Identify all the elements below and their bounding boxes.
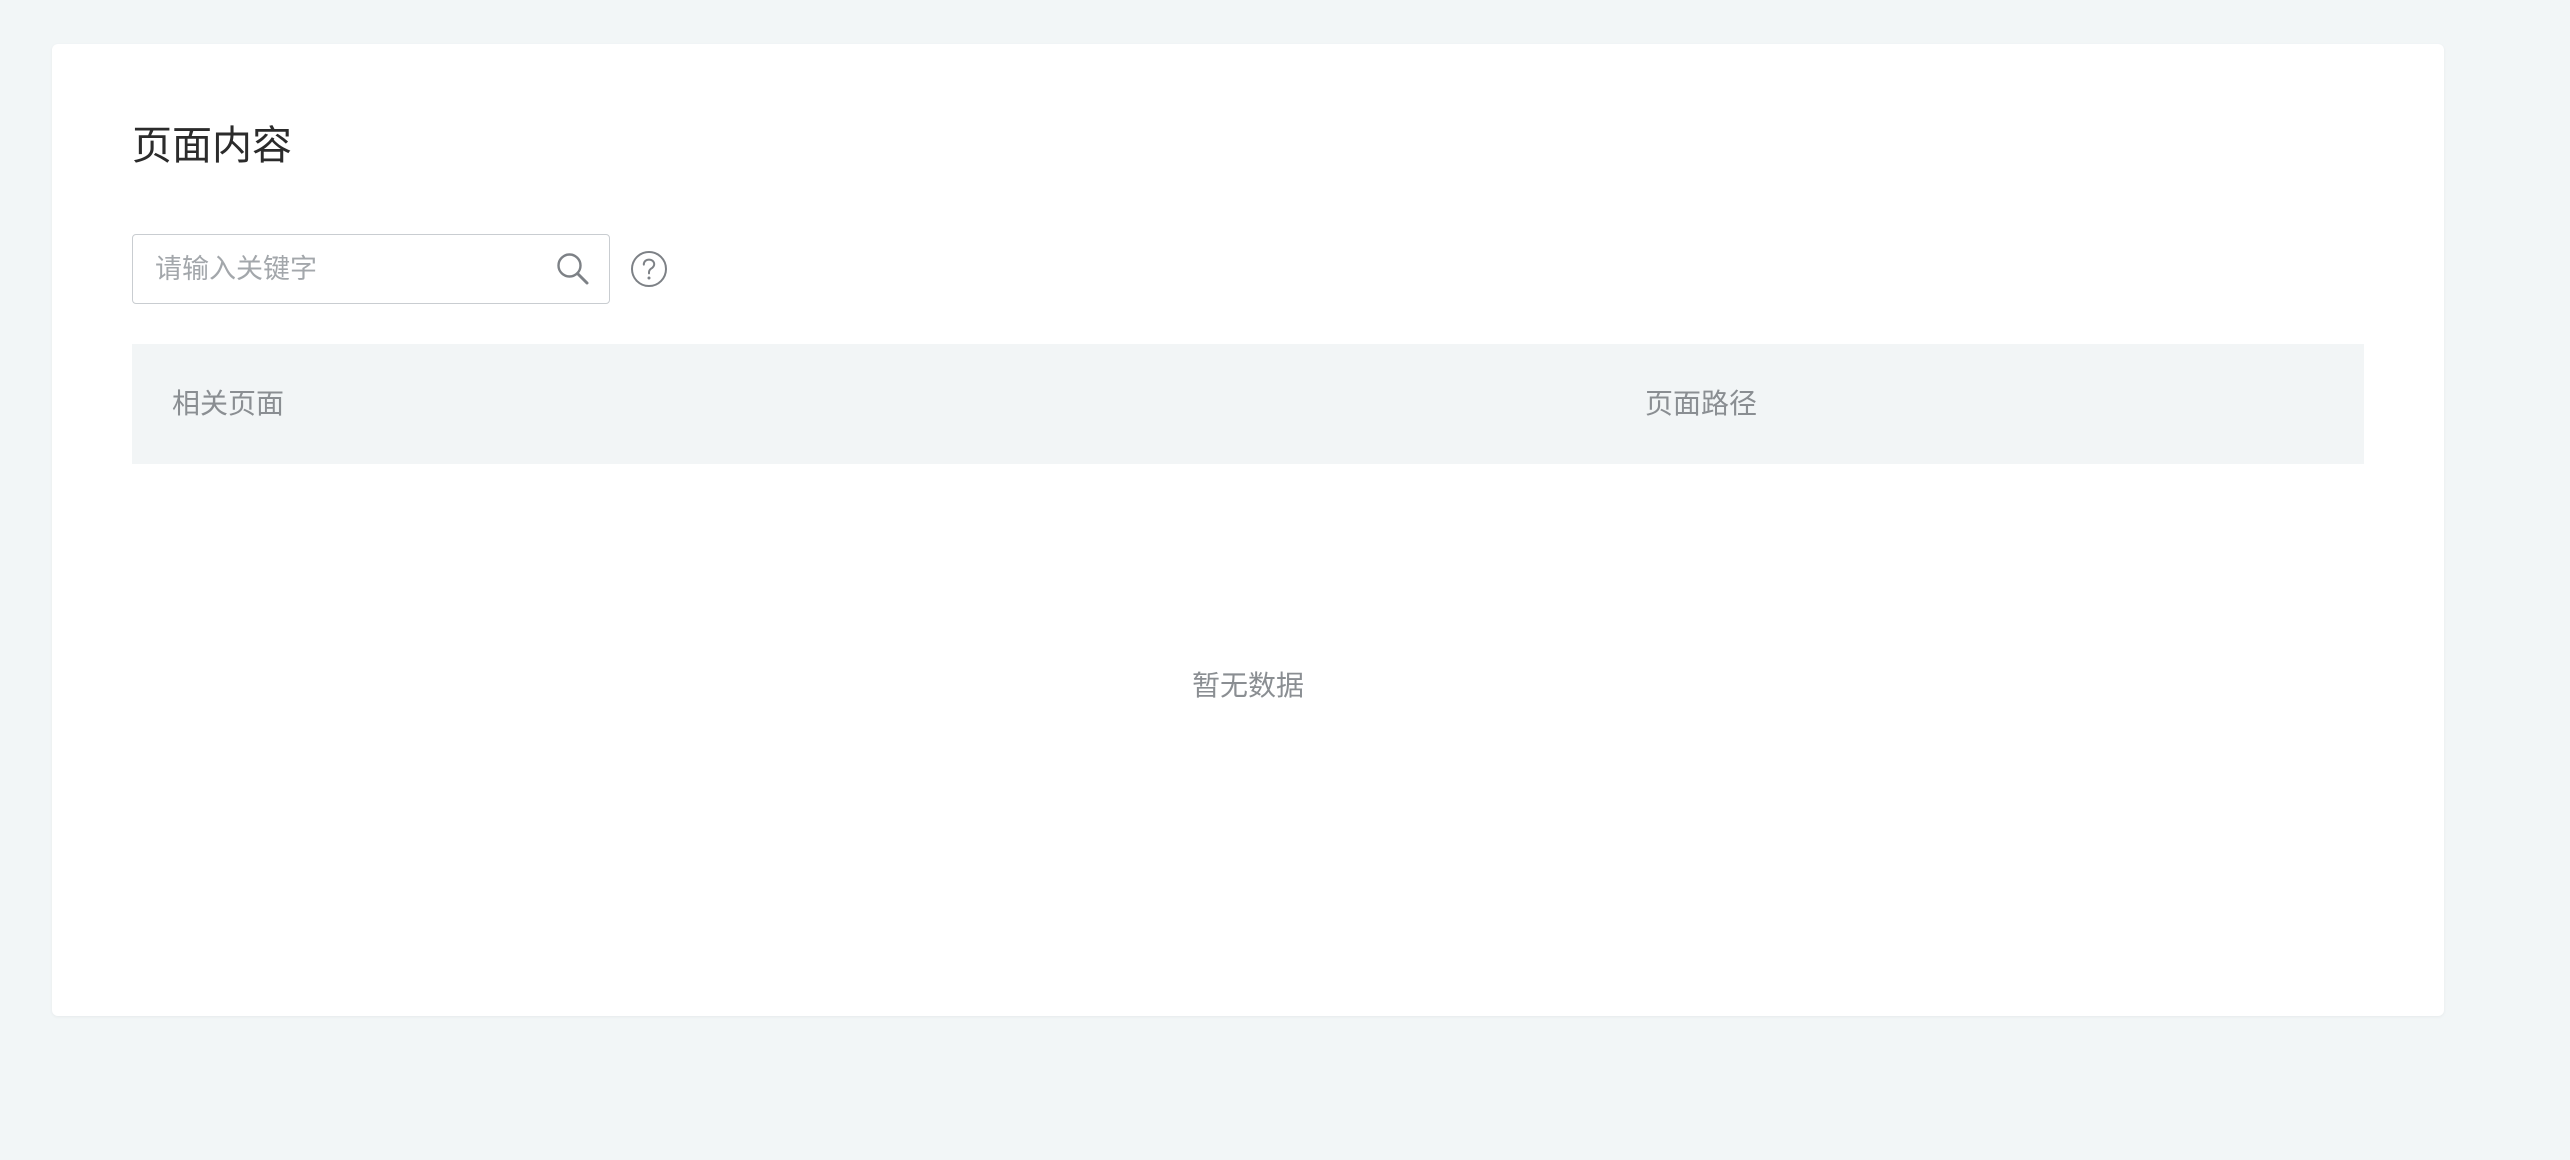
column-header-page-path: 页面路径 [1645,387,1758,420]
search-toolbar [132,233,668,305]
search-icon[interactable] [555,251,591,287]
column-header-related-page: 相关页面 [172,387,285,420]
page-title: 页面内容 [132,123,292,169]
empty-state-text: 暂无数据 [1191,669,1304,702]
table-header: 相关页面 页面路径 [132,344,2364,464]
content-card: 页面内容 相关页面 页面路径 暂无数据 [52,44,2444,1016]
search-box [132,234,610,304]
question-circle-icon[interactable] [630,250,668,288]
search-input[interactable] [133,235,555,303]
